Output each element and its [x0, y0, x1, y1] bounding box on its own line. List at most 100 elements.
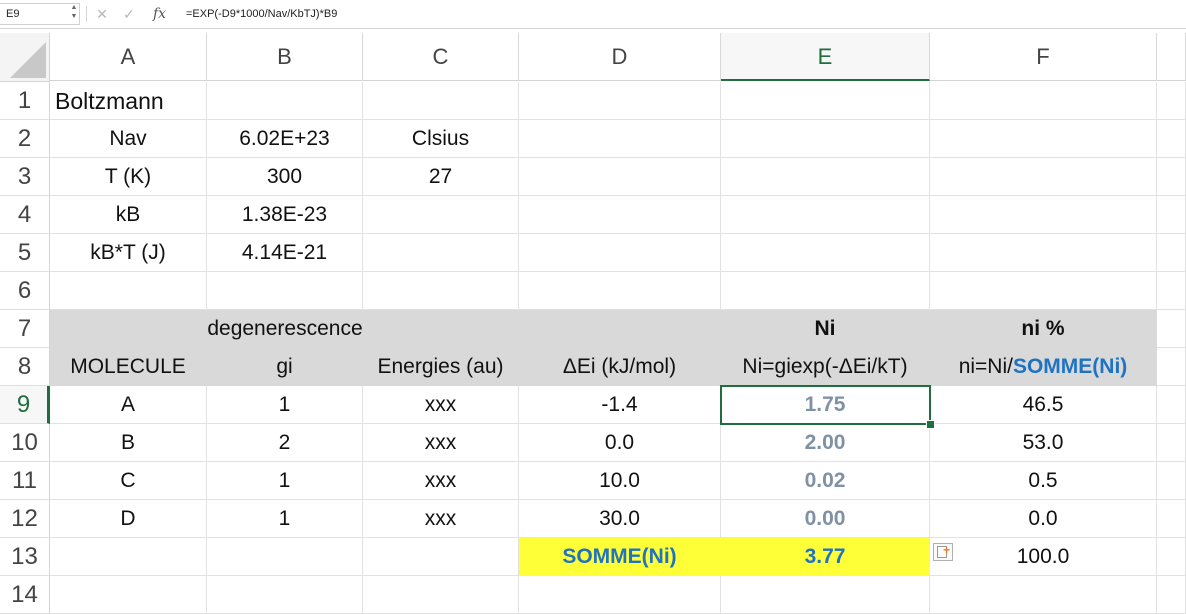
- empty-cell[interactable]: [50, 272, 207, 310]
- cell-b2[interactable]: 6.02E+23: [207, 120, 363, 158]
- cell-d9[interactable]: -1.4: [519, 386, 721, 424]
- cell-a7[interactable]: [50, 310, 207, 348]
- column-header-a[interactable]: A: [50, 33, 207, 81]
- cell-c10[interactable]: xxx: [363, 424, 519, 462]
- empty-cell[interactable]: [930, 120, 1157, 158]
- empty-cell[interactable]: [363, 576, 519, 614]
- cell-f7[interactable]: ni %: [930, 310, 1157, 348]
- cell-a9[interactable]: A: [50, 386, 207, 424]
- empty-cell[interactable]: [1157, 576, 1186, 614]
- cell-e11[interactable]: 0.02: [721, 462, 930, 500]
- row-header-3[interactable]: 3: [0, 158, 50, 196]
- cell-b11[interactable]: 1: [207, 462, 363, 500]
- name-box-stepper-icon[interactable]: ▲ ▼: [68, 3, 80, 23]
- empty-cell[interactable]: [1157, 462, 1186, 500]
- cell-a1[interactable]: Boltzmann: [50, 82, 207, 120]
- empty-cell[interactable]: [363, 538, 519, 576]
- empty-cell[interactable]: [519, 576, 721, 614]
- empty-cell[interactable]: [1157, 196, 1186, 234]
- cell-f10[interactable]: 53.0: [930, 424, 1157, 462]
- cell-c3[interactable]: 27: [363, 158, 519, 196]
- row-header-8[interactable]: 8: [0, 348, 50, 386]
- cell-c11[interactable]: xxx: [363, 462, 519, 500]
- empty-cell[interactable]: [930, 576, 1157, 614]
- empty-cell[interactable]: [1157, 158, 1186, 196]
- empty-cell[interactable]: [1157, 348, 1186, 386]
- empty-cell[interactable]: [930, 82, 1157, 120]
- empty-cell[interactable]: [721, 576, 930, 614]
- row-header-14[interactable]: 14: [0, 576, 50, 614]
- empty-cell[interactable]: [50, 538, 207, 576]
- row-header-6[interactable]: 6: [0, 272, 50, 310]
- empty-cell[interactable]: [519, 82, 721, 120]
- fill-handle[interactable]: [926, 420, 935, 429]
- cell-d7[interactable]: [519, 310, 721, 348]
- empty-cell[interactable]: [363, 82, 519, 120]
- cell-e8[interactable]: Ni=giexp(-ΔEi/kT): [721, 348, 930, 386]
- cell-a11[interactable]: C: [50, 462, 207, 500]
- column-header-e[interactable]: E: [721, 33, 930, 81]
- empty-cell[interactable]: [519, 272, 721, 310]
- empty-cell[interactable]: [930, 272, 1157, 310]
- cell-b7[interactable]: degenerescence: [207, 310, 363, 348]
- empty-cell[interactable]: [1157, 500, 1186, 538]
- empty-cell[interactable]: [363, 234, 519, 272]
- column-header-f[interactable]: F: [930, 33, 1157, 81]
- cell-d8[interactable]: ΔEi (kJ/mol): [519, 348, 721, 386]
- cell-f8[interactable]: ni=Ni/SOMME(Ni): [930, 348, 1157, 386]
- cell-a10[interactable]: B: [50, 424, 207, 462]
- empty-cell[interactable]: [1157, 538, 1186, 576]
- cell-a4[interactable]: kB: [50, 196, 207, 234]
- empty-cell[interactable]: [1157, 82, 1186, 120]
- empty-cell[interactable]: [1157, 272, 1186, 310]
- insert-function-icon[interactable]: fx: [153, 4, 166, 24]
- cell-c2[interactable]: Clsius: [363, 120, 519, 158]
- row-header-9[interactable]: 9: [0, 386, 50, 424]
- column-header-d[interactable]: D: [519, 33, 721, 81]
- empty-cell[interactable]: [721, 120, 930, 158]
- cell-f11[interactable]: 0.5: [930, 462, 1157, 500]
- empty-cell[interactable]: [207, 272, 363, 310]
- empty-cell[interactable]: [363, 196, 519, 234]
- empty-cell[interactable]: [1157, 310, 1186, 348]
- empty-cell[interactable]: [519, 120, 721, 158]
- cell-b8[interactable]: gi: [207, 348, 363, 386]
- empty-cell[interactable]: [1157, 424, 1186, 462]
- cell-a5[interactable]: kB*T (J): [50, 234, 207, 272]
- cell-b12[interactable]: 1: [207, 500, 363, 538]
- empty-cell[interactable]: [207, 82, 363, 120]
- paste-options-icon[interactable]: [933, 543, 953, 561]
- cell-a12[interactable]: D: [50, 500, 207, 538]
- empty-cell[interactable]: [721, 158, 930, 196]
- cell-e7[interactable]: Ni: [721, 310, 930, 348]
- row-header-1[interactable]: 1: [0, 82, 50, 120]
- empty-cell[interactable]: [363, 272, 519, 310]
- cell-e12[interactable]: 0.00: [721, 500, 930, 538]
- empty-cell[interactable]: [50, 576, 207, 614]
- cell-b10[interactable]: 2: [207, 424, 363, 462]
- empty-cell[interactable]: [930, 196, 1157, 234]
- row-header-12[interactable]: 12: [0, 500, 50, 538]
- empty-cell[interactable]: [519, 196, 721, 234]
- cell-a2[interactable]: Nav: [50, 120, 207, 158]
- cell-b9[interactable]: 1: [207, 386, 363, 424]
- empty-cell[interactable]: [721, 234, 930, 272]
- cell-e9[interactable]: 1.75: [721, 386, 930, 424]
- cell-e13[interactable]: 3.77: [721, 538, 930, 576]
- row-header-7[interactable]: 7: [0, 310, 50, 348]
- row-header-5[interactable]: 5: [0, 234, 50, 272]
- empty-cell[interactable]: [721, 196, 930, 234]
- empty-cell[interactable]: [721, 82, 930, 120]
- cell-b4[interactable]: 1.38E-23: [207, 196, 363, 234]
- cell-f9[interactable]: 46.5: [930, 386, 1157, 424]
- enter-check-icon[interactable]: ✓: [120, 4, 138, 24]
- empty-cell[interactable]: [721, 272, 930, 310]
- cell-e10[interactable]: 2.00: [721, 424, 930, 462]
- cell-b5[interactable]: 4.14E-21: [207, 234, 363, 272]
- cell-c12[interactable]: xxx: [363, 500, 519, 538]
- empty-cell[interactable]: [207, 576, 363, 614]
- column-header-b[interactable]: B: [207, 33, 363, 81]
- cancel-icon[interactable]: ✕: [93, 4, 111, 24]
- column-header-g[interactable]: [1157, 33, 1186, 81]
- cell-d13[interactable]: SOMME(Ni): [519, 538, 721, 576]
